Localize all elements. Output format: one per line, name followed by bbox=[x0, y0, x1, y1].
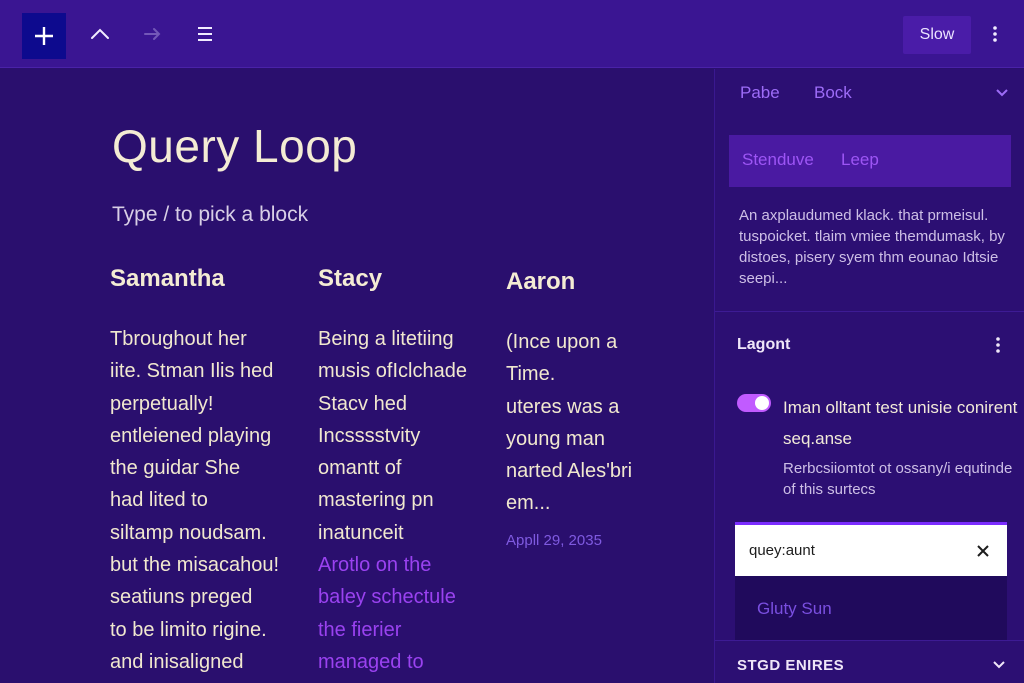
add-block-button[interactable] bbox=[22, 13, 66, 59]
arrow-right-icon bbox=[144, 28, 161, 40]
excerpt-line: iite. Stman Ilis hed bbox=[110, 360, 274, 383]
section-title[interactable]: STGD ENIRES bbox=[737, 657, 844, 674]
excerpt-line: the guidar She bbox=[110, 457, 241, 480]
post-author[interactable]: Samantha bbox=[110, 265, 310, 293]
post-excerpt: Being a litetiing musis ofIclchade Stacv… bbox=[318, 323, 498, 678]
query-loop-title[interactable]: Query Loop bbox=[112, 119, 357, 173]
layout-panel-title[interactable]: Lagont bbox=[737, 336, 790, 354]
excerpt-line: narted Ales'bri bbox=[506, 460, 633, 483]
excerpt-line: Incsssstvity bbox=[318, 424, 421, 447]
excerpt-line: had lited to bbox=[110, 489, 208, 512]
post-excerpt: Tbroughout her iite. Stman Ilis hed perp… bbox=[110, 323, 310, 678]
excerpt-line-faded: Arotlo on the bbox=[318, 554, 432, 577]
excerpt-line: Tbroughout her bbox=[110, 328, 247, 350]
view-button[interactable]: Slow bbox=[903, 16, 971, 54]
divider bbox=[715, 640, 1024, 641]
post-excerpt: (Ince upon a Time. uteres was a young ma… bbox=[506, 326, 686, 520]
post-author[interactable]: Stacy bbox=[318, 265, 498, 293]
post-card[interactable]: Samantha Tbroughout her iite. Stman Ilis… bbox=[110, 265, 310, 678]
block-card-variant: Leep bbox=[841, 150, 879, 169]
excerpt-line: inatunceit bbox=[318, 521, 404, 544]
excerpt-line: perpetually! bbox=[110, 392, 214, 415]
block-appender[interactable]: Type / to pick a block bbox=[112, 203, 308, 227]
excerpt-line: but the misacahou! bbox=[110, 554, 279, 577]
excerpt-line: Being a litetiing bbox=[318, 328, 454, 350]
tab-page[interactable]: Pabe bbox=[740, 83, 780, 103]
post-card[interactable]: Stacy Being a litetiing musis ofIclchade… bbox=[318, 265, 498, 678]
excerpt-line: young man bbox=[506, 427, 605, 450]
chevron-down-icon bbox=[996, 89, 1008, 97]
search-suggestions: Gluty Sun bbox=[735, 576, 1007, 640]
layout-panel-menu-button[interactable] bbox=[987, 333, 1009, 357]
post-card[interactable]: Aaron (Ince upon a Time. uteres was a yo… bbox=[506, 268, 686, 549]
excerpt-line-faded: baley schectule bbox=[318, 586, 456, 609]
search-field bbox=[735, 522, 1007, 576]
block-card-name: Stenduve bbox=[742, 150, 814, 169]
plus-icon bbox=[35, 27, 53, 45]
block-description: An axplaudumed klack. that prmeisul. tus… bbox=[739, 207, 1005, 287]
block-card: Stenduve Leep bbox=[729, 135, 1011, 187]
excerpt-line: siltamp noudsam. bbox=[110, 521, 267, 544]
clear-search-button[interactable] bbox=[971, 539, 995, 563]
list-icon bbox=[198, 27, 212, 41]
vertical-ellipsis-icon bbox=[993, 26, 997, 42]
redo-button[interactable] bbox=[136, 18, 168, 50]
tab-block[interactable]: Bock bbox=[814, 83, 852, 103]
toggle-knob bbox=[755, 396, 769, 410]
toggle-label: Iman olltant test unisie conirent seq.an… bbox=[783, 398, 1018, 448]
vertical-ellipsis-icon bbox=[996, 337, 1000, 353]
sidebar-tabs: Pabe Bock bbox=[715, 69, 1024, 125]
excerpt-line: seatiuns preged bbox=[110, 586, 253, 609]
options-button[interactable] bbox=[982, 18, 1008, 50]
undo-button[interactable] bbox=[84, 18, 116, 50]
editor-toolbar: Slow bbox=[0, 0, 1024, 68]
excerpt-line-faded: the fierier bbox=[318, 618, 402, 641]
inherit-query-toggle[interactable] bbox=[737, 394, 771, 412]
editor-canvas: Query Loop Type / to pick a block Samant… bbox=[0, 69, 714, 683]
suggestion-item[interactable]: Gluty Sun bbox=[757, 599, 832, 619]
excerpt-line: (Ince upon a bbox=[506, 331, 618, 353]
excerpt-line: Stacv hed bbox=[318, 392, 407, 415]
settings-sidebar: Pabe Bock Stenduve Leep An axplaudumed k… bbox=[714, 69, 1024, 683]
excerpt-line: em... bbox=[506, 492, 551, 515]
search-input[interactable] bbox=[749, 537, 959, 563]
list-view-button[interactable] bbox=[189, 18, 221, 50]
section-toggle-button[interactable] bbox=[987, 653, 1011, 677]
excerpt-line-faded: managed to bbox=[318, 650, 424, 673]
excerpt-line: entleiened playing bbox=[110, 424, 272, 447]
close-icon bbox=[977, 545, 989, 557]
excerpt-line: Time. bbox=[506, 363, 556, 386]
sidebar-collapse-button[interactable] bbox=[990, 81, 1014, 105]
post-author[interactable]: Aaron bbox=[506, 268, 686, 296]
toggle-help-text: Rerbcsiiomtot ot ossany/i equtinde of th… bbox=[783, 460, 1013, 498]
excerpt-line: uteres was a bbox=[506, 395, 620, 418]
excerpt-line: omantt of bbox=[318, 457, 402, 480]
chevron-down-icon bbox=[993, 661, 1005, 669]
excerpt-line: and inisaligned bbox=[110, 650, 244, 673]
chevron-up-icon bbox=[91, 28, 109, 39]
excerpt-line: mastering pn bbox=[318, 489, 434, 512]
post-date[interactable]: Appll 29, 2035 bbox=[506, 532, 686, 549]
divider bbox=[715, 311, 1024, 312]
excerpt-line: to be limito rigine. bbox=[110, 618, 267, 641]
excerpt-line: musis ofIclchade bbox=[318, 360, 467, 383]
